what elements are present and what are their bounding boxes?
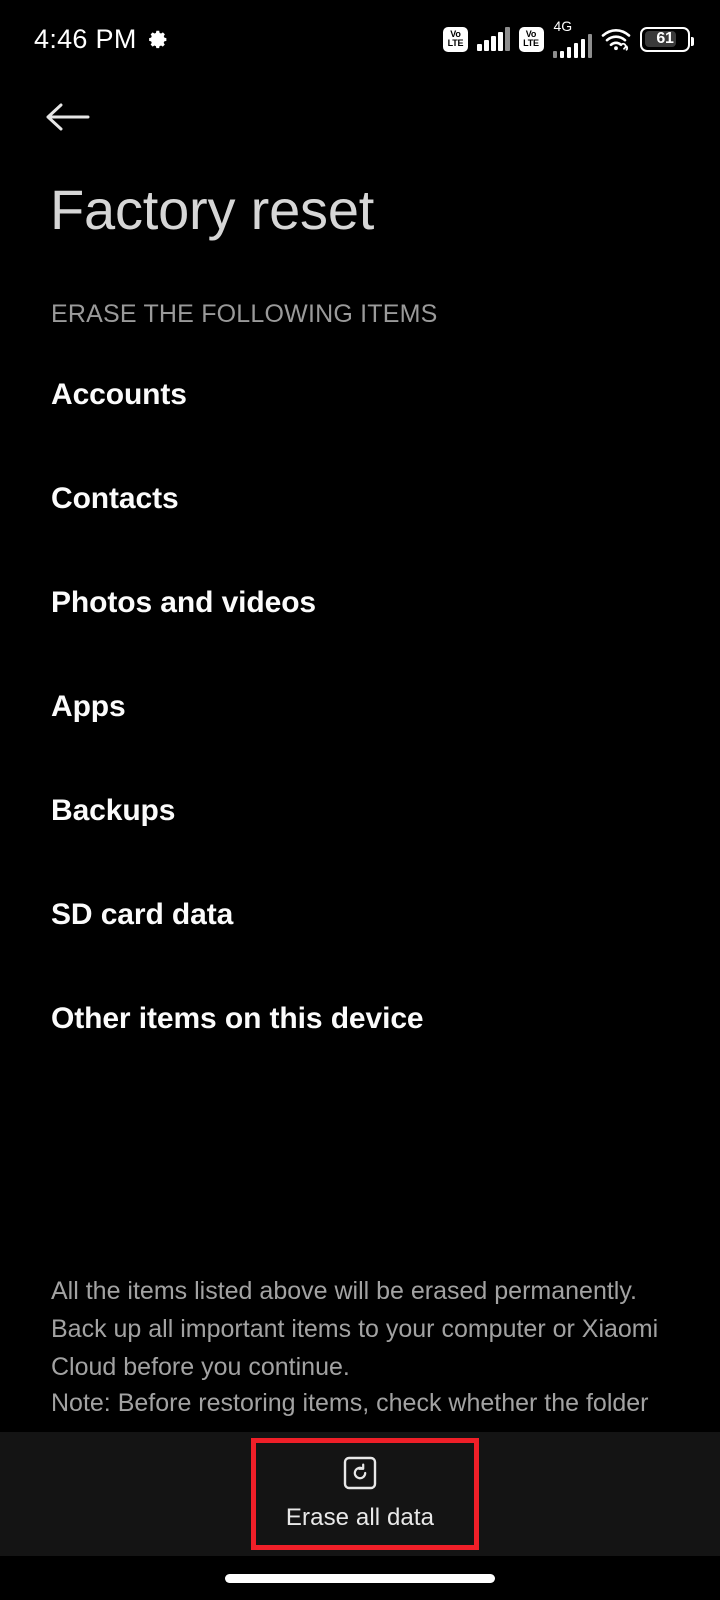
list-item-label: Backups bbox=[51, 794, 176, 827]
phone-screen: 4:46 PM Vo LTE Vo LTE 4G 61 Factory rese… bbox=[0, 0, 720, 1600]
navigation-bar bbox=[0, 1556, 720, 1600]
list-item-label: SD card data bbox=[51, 898, 234, 931]
list-item: Other items on this device bbox=[51, 1002, 671, 1106]
list-item: Contacts bbox=[51, 482, 671, 586]
list-item-label: Apps bbox=[51, 690, 126, 723]
signal-bars-sim1 bbox=[477, 27, 510, 51]
erase-all-data-label: Erase all data bbox=[285, 1504, 435, 1531]
reset-circular-arrow-icon bbox=[343, 1456, 377, 1490]
signal-bars-sim2 bbox=[552, 34, 592, 58]
volte-bottom-text-2: LTE bbox=[523, 38, 539, 48]
battery-tip bbox=[690, 36, 694, 46]
footer-note-clipped: Note: Before restoring items, check whet… bbox=[51, 1384, 691, 1432]
erase-items-list: Accounts Contacts Photos and videos Apps… bbox=[51, 378, 671, 1106]
volte-icon-sim1: Vo LTE bbox=[443, 26, 468, 52]
data-transfer-arrows-icon bbox=[552, 34, 592, 58]
list-item: Backups bbox=[51, 794, 671, 898]
section-header: ERASE THE FOLLOWING ITEMS bbox=[51, 300, 438, 328]
status-bar-clock: 4:46 PM bbox=[34, 23, 137, 54]
footer-description: All the items listed above will be erase… bbox=[51, 1277, 659, 1381]
erase-all-data-button[interactable]: Erase all data bbox=[268, 1452, 452, 1536]
page-title: Factory reset bbox=[50, 178, 375, 241]
battery-percent-label: 61 bbox=[656, 30, 674, 47]
gear-icon bbox=[148, 29, 169, 50]
list-item: SD card data bbox=[51, 898, 671, 1002]
back-arrow-icon bbox=[44, 100, 92, 139]
list-item-label: Accounts bbox=[51, 378, 187, 411]
list-item: Photos and videos bbox=[51, 586, 671, 690]
home-indicator-pill[interactable] bbox=[225, 1573, 495, 1583]
list-item-label: Other items on this device bbox=[51, 1002, 424, 1035]
back-button[interactable] bbox=[44, 96, 100, 142]
volte-icon-sim2: Vo LTE bbox=[518, 26, 544, 52]
battery-icon: 61 bbox=[640, 26, 694, 52]
status-bar: 4:46 PM Vo LTE Vo LTE 4G 61 bbox=[0, 0, 720, 78]
status-bar-left: 4:46 PM bbox=[34, 24, 169, 55]
list-item-label: Contacts bbox=[51, 482, 179, 515]
footer-note-text: Note: Before restoring items, check whet… bbox=[51, 1389, 649, 1417]
mobile-data-indicator: 4G bbox=[552, 18, 592, 58]
wifi-icon bbox=[601, 27, 631, 51]
list-item-label: Photos and videos bbox=[51, 586, 317, 619]
volte-bottom-text: LTE bbox=[447, 38, 464, 48]
bottom-action-bar: Erase all data bbox=[0, 1432, 720, 1556]
list-item: Accounts bbox=[51, 378, 671, 482]
network-type-label: 4G bbox=[553, 18, 573, 34]
status-bar-right: Vo LTE Vo LTE 4G 61 bbox=[443, 18, 694, 58]
list-item: Apps bbox=[51, 690, 671, 794]
